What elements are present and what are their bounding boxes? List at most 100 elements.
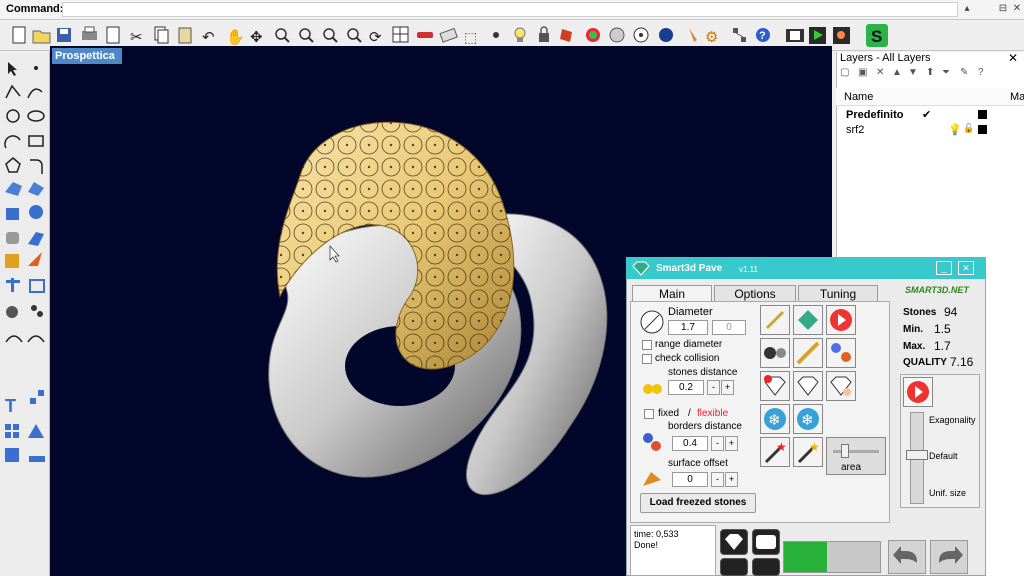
layer-color-swatch[interactable] — [978, 125, 987, 134]
forward-arrow-button[interactable] — [930, 540, 968, 574]
check-collision-label: check collision — [655, 353, 720, 364]
gem-cut-button[interactable] — [720, 529, 748, 555]
undo-icon: ↶ — [202, 29, 215, 46]
play-green-icon — [809, 27, 826, 44]
paste-icon — [178, 27, 192, 44]
col-material[interactable]: Mat — [1010, 91, 1024, 103]
log-box: time: 0,533 Done! — [630, 525, 716, 576]
diameter-input[interactable]: 1.7 — [668, 320, 708, 335]
gem-extra-button[interactable] — [720, 558, 748, 576]
minimize-icon[interactable]: _ — [936, 261, 952, 275]
sphere-wire-icon — [609, 27, 625, 43]
point-icon — [34, 66, 38, 70]
dialog-close-icon[interactable]: ✕ — [958, 261, 974, 275]
color-wheel-icon — [586, 28, 600, 42]
default-label: Default — [929, 451, 958, 461]
dialog-version: v1.11 — [739, 265, 758, 274]
scroll-up-icon[interactable]: ▴ — [960, 2, 974, 16]
light-bulb-icon — [514, 27, 526, 42]
surface-offset-input[interactable]: 0 — [672, 472, 708, 487]
borders-distance-plus[interactable]: + — [725, 436, 738, 451]
snowflake-button[interactable]: ❄ — [760, 404, 790, 434]
film-icon — [786, 29, 804, 42]
fixed-checkbox[interactable] — [644, 409, 654, 419]
layer-name: srf2 — [846, 124, 865, 136]
viewport-tab[interactable]: Prospettica — [52, 48, 122, 64]
move-up-icon[interactable]: ▲ — [892, 67, 902, 78]
current-check-icon: ✔ — [922, 109, 932, 121]
svg-text:❄: ❄ — [801, 412, 814, 429]
filter-icon[interactable]: ⏷ — [942, 67, 950, 78]
tools-icon[interactable]: ✎ — [960, 67, 968, 78]
tab-tuning[interactable]: Tuning — [798, 285, 878, 302]
pave-pattern-button[interactable] — [793, 338, 823, 368]
pave-play-button[interactable] — [826, 305, 856, 335]
gem-hand-button[interactable] — [826, 371, 856, 401]
analyze-icon — [28, 424, 44, 438]
smart3d-logo: SMART3D.NET — [905, 285, 969, 295]
zoom-extents-icon — [323, 28, 338, 43]
area-slider-thumb[interactable] — [841, 444, 849, 458]
apply-play-button[interactable] — [903, 377, 933, 407]
layer-row[interactable]: Predefinito ✔ — [836, 108, 1024, 122]
load-freezed-stones-button[interactable]: Load freezed stones — [640, 493, 756, 513]
pan-hand-icon: ✋ — [226, 28, 245, 46]
restore-icon[interactable]: ⊟ — [996, 2, 1010, 16]
layer-lock-icon[interactable]: 🔓 — [963, 123, 974, 134]
snowflake-alt-button[interactable]: ❄ — [793, 404, 823, 434]
move-down-icon[interactable]: ▼ — [908, 67, 918, 78]
mesh-icon — [29, 456, 45, 462]
pave-sparkle-button[interactable] — [760, 305, 790, 335]
layer-parent-icon[interactable]: ⬆ — [926, 67, 934, 78]
stones-distance-plus[interactable]: + — [721, 380, 734, 395]
stones-distance-minus[interactable]: - — [707, 380, 720, 395]
dimension-icon — [6, 278, 20, 292]
max-value: 1.7 — [934, 339, 951, 353]
gem-extra2-button[interactable] — [752, 558, 780, 576]
stones-distance-input[interactable]: 0.2 — [668, 380, 704, 395]
properties-icon — [106, 26, 120, 44]
move-icon: ✥ — [250, 29, 263, 46]
eraser-icon — [439, 27, 458, 43]
mode-slider-thumb[interactable] — [906, 450, 928, 460]
magic-wand-red-button[interactable]: ★ — [760, 437, 790, 467]
tab-options[interactable]: Options — [714, 285, 796, 302]
pave-stones-button[interactable] — [760, 338, 790, 368]
close-icon[interactable]: ✕ — [1010, 2, 1024, 16]
gem-red-button[interactable] — [760, 371, 790, 401]
magic-wand-yellow-button[interactable]: ★ — [793, 437, 823, 467]
borders-distance-input[interactable]: 0.4 — [672, 436, 708, 451]
back-arrow-button[interactable] — [888, 540, 926, 574]
area-slider-box[interactable]: area — [826, 437, 886, 475]
layer-name: Predefinito — [846, 109, 904, 121]
help-layer-icon[interactable]: ? — [978, 67, 984, 78]
layer-row[interactable]: srf2 💡 🔓 — [836, 123, 1024, 137]
pave-cluster-button[interactable] — [826, 338, 856, 368]
unif-size-label: Unif. size — [929, 488, 967, 498]
layers-close-icon[interactable]: ✕ — [1008, 51, 1018, 65]
new-sublayer-icon[interactable]: ▣ — [858, 67, 867, 78]
gem-outline-button[interactable] — [793, 371, 823, 401]
borders-distance-minus[interactable]: - — [711, 436, 724, 451]
pave-arrow-button[interactable] — [793, 305, 823, 335]
tab-export-button[interactable] — [752, 529, 780, 555]
layer-light-icon[interactable]: 💡 — [948, 123, 962, 136]
layer-color-swatch[interactable] — [978, 110, 987, 119]
range-diameter-checkbox[interactable] — [642, 340, 652, 350]
log-status: Done! — [634, 540, 659, 550]
separator: / — [688, 408, 691, 419]
stones-value: 94 — [944, 305, 958, 319]
command-input[interactable] — [62, 2, 958, 17]
new-layer-icon[interactable]: ▢ — [840, 67, 849, 78]
tab-main[interactable]: Main — [632, 285, 712, 302]
surface-offset-minus[interactable]: - — [711, 472, 724, 487]
delete-layer-icon[interactable]: ✕ — [876, 67, 884, 78]
diameter-max-input[interactable]: 0 — [712, 320, 746, 335]
points-on-icon — [493, 32, 499, 38]
check-collision-checkbox[interactable] — [642, 354, 652, 364]
fillet-icon — [30, 159, 43, 174]
loft-icon — [28, 182, 44, 196]
min-label: Min. — [903, 324, 923, 335]
surface-offset-plus[interactable]: + — [725, 472, 738, 487]
col-name[interactable]: Name — [844, 91, 873, 103]
